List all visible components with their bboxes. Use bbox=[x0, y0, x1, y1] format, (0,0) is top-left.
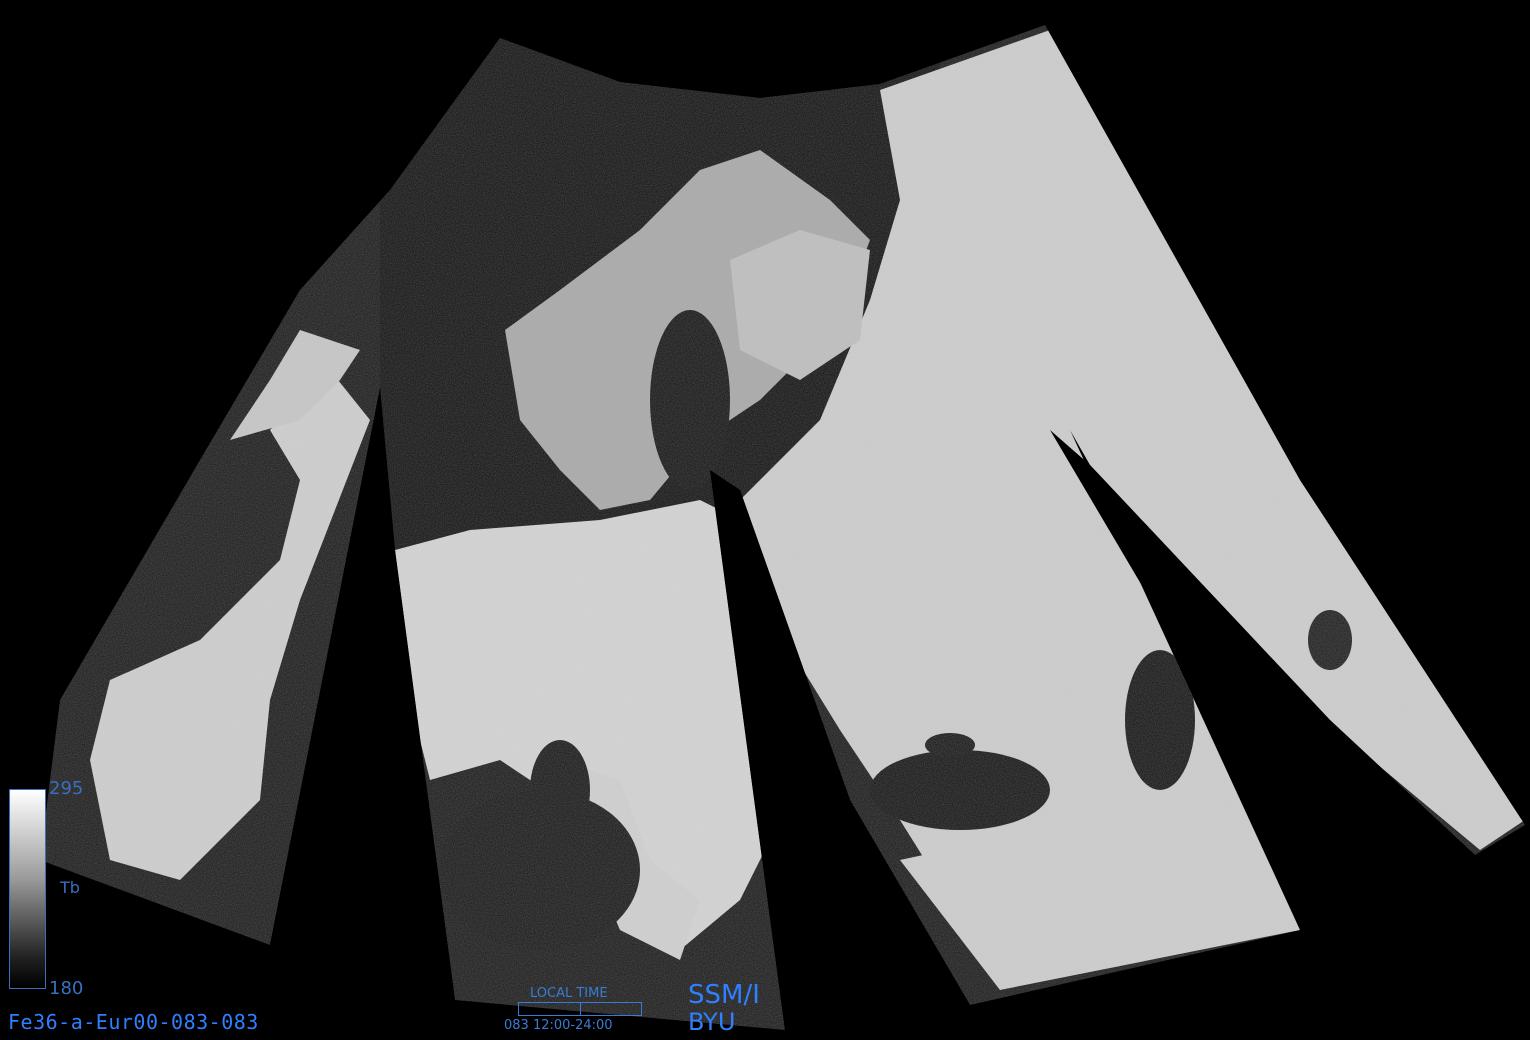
colorbar-min-label: 180 bbox=[49, 978, 84, 999]
local-time-highlight bbox=[580, 1003, 642, 1015]
organization-label: BYU bbox=[688, 1008, 736, 1036]
brightness-temperature-colorbar bbox=[9, 789, 46, 989]
local-time-range: 083 12:00-24:00 bbox=[504, 1018, 613, 1033]
local-time-title: LOCAL TIME bbox=[530, 986, 608, 1001]
colorbar-variable-label: Tb bbox=[60, 878, 80, 897]
satellite-map bbox=[40, 25, 1525, 1030]
sensor-label: SSM/I bbox=[688, 980, 760, 1010]
colorbar-max-label: 295 bbox=[49, 778, 84, 799]
product-id: Fe36-a-Eur00-083-083 bbox=[8, 1010, 259, 1034]
local-time-bar bbox=[518, 1002, 642, 1016]
